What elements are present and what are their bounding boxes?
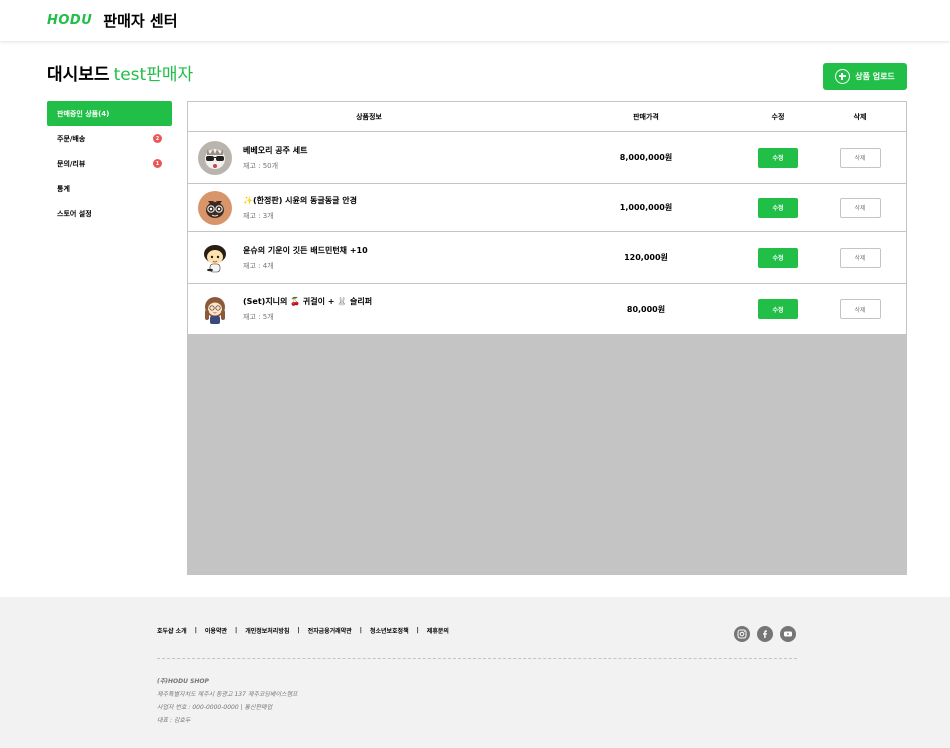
table-row[interactable]: 윤슈의 기운이 깃든 배드민턴채 +10 재고 : 4개 120,000원 수정… (188, 232, 906, 284)
plus-circle-icon (835, 69, 851, 84)
product-info: (Set)지니의 🍒 귀걸이 + 🐰 슬리퍼 재고 : 5개 (188, 292, 550, 326)
product-price: 8,000,000원 (619, 153, 673, 162)
table-header: 상품정보 판매가격 수정 삭제 (188, 102, 906, 132)
product-table: 상품정보 판매가격 수정 삭제 베베오리 공주 세트 재고 : 50개 8,00… (187, 101, 907, 575)
edit-button[interactable]: 수정 (758, 147, 798, 168)
footer-link-terms[interactable]: 이용약관 (205, 626, 227, 635)
product-info: ✨(한정판) 시윤의 동글동글 안경 재고 : 3개 (188, 190, 550, 225)
company-name: (주)HODU SHOP (157, 678, 209, 685)
product-price: 120,000원 (624, 253, 668, 262)
dashboard-label: 대시보드 (47, 65, 110, 85)
delete-button[interactable]: 삭제 (839, 147, 881, 168)
header-product-info: 상품정보 (356, 112, 382, 121)
product-price: 1,000,000원 (619, 203, 673, 212)
product-name: ✨(한정판) 시윤의 동글동글 안경 (243, 195, 357, 205)
sidebar-item-label: 통계 (57, 184, 70, 193)
instagram-icon[interactable] (734, 626, 750, 642)
sidebar-item-orders[interactable]: 주문/배송 2 (47, 126, 172, 151)
product-thumbnail (198, 240, 232, 275)
product-info: 베베오리 공주 세트 재고 : 50개 (188, 140, 550, 175)
notification-badge: 1 (153, 159, 162, 168)
youtube-icon[interactable] (780, 626, 796, 642)
table-row[interactable]: ✨(한정판) 시윤의 동글동글 안경 재고 : 3개 1,000,000원 수정… (188, 184, 906, 232)
facebook-icon[interactable] (757, 626, 773, 642)
footer-links: 호두샵 소개 | 이용약관 | 개인정보처리방침 | 전자금융거래약관 | 청소… (157, 626, 449, 635)
edit-button[interactable]: 수정 (758, 247, 798, 268)
product-name: 윤슈의 기운이 깃든 배드민턴채 +10 (243, 245, 368, 255)
delete-button[interactable]: 삭제 (839, 299, 881, 319)
company-business-number: 사업자 번호 : 000-0000-0000 | 통신판매업 (157, 704, 273, 711)
seller-name: test판매자 (113, 65, 194, 85)
product-stock: 재고 : 5개 (243, 313, 274, 321)
header-delete: 삭제 (853, 112, 867, 121)
product-name: (Set)지니의 🍒 귀걸이 + 🐰 슬리퍼 (243, 297, 373, 306)
company-info: (주)HODU SHOP 제주특별자치도 제주시 동광고 137 제주코딩베이스… (157, 675, 298, 727)
separator: | (416, 627, 419, 634)
footer-link-finance-terms[interactable]: 전자금융거래약관 (308, 626, 352, 635)
footer-link-partnership[interactable]: 제휴문의 (427, 626, 449, 635)
sidebar-item-products[interactable]: 판매중인 상품(4) (47, 101, 172, 126)
product-stock: 재고 : 3개 (243, 211, 274, 220)
product-stock: 재고 : 4개 (243, 261, 274, 270)
sidebar-item-label: 스토어 설정 (57, 209, 92, 218)
header-edit: 수정 (771, 112, 785, 121)
product-name: 베베오리 공주 세트 (243, 145, 308, 155)
edit-button[interactable]: 수정 (758, 197, 798, 218)
sidebar-item-label: 문의/리뷰 (57, 159, 86, 168)
delete-button[interactable]: 삭제 (839, 197, 881, 218)
footer-link-youth-policy[interactable]: 청소년보호정책 (370, 626, 409, 635)
separator: | (194, 627, 197, 634)
footer-link-privacy[interactable]: 개인정보처리방침 (245, 626, 289, 635)
footer-link-about[interactable]: 호두샵 소개 (157, 626, 187, 635)
separator: | (359, 627, 362, 634)
product-thumbnail (198, 190, 232, 225)
product-stock: 재고 : 50개 (243, 161, 279, 170)
top-header: HODU 판매자 센터 (0, 0, 950, 41)
upload-button-label: 상품 업로드 (855, 72, 895, 81)
social-links (734, 626, 796, 642)
product-thumbnail (198, 292, 232, 326)
table-row[interactable]: (Set)지니의 🍒 귀걸이 + 🐰 슬리퍼 재고 : 5개 80,000원 수… (188, 284, 906, 335)
header-price: 판매가격 (633, 112, 659, 121)
edit-button[interactable]: 수정 (758, 299, 798, 319)
sidebar-item-stats[interactable]: 통계 (47, 176, 172, 201)
sidebar-item-label: 판매중인 상품(4) (57, 109, 110, 118)
header-title: 판매자 센터 (103, 12, 178, 30)
company-ceo: 대표 : 김호두 (157, 717, 191, 724)
product-info: 윤슈의 기운이 깃든 배드민턴채 +10 재고 : 4개 (188, 240, 550, 275)
delete-button[interactable]: 삭제 (839, 247, 881, 268)
upload-product-button[interactable]: 상품 업로드 (823, 63, 907, 90)
company-address: 제주특별자치도 제주시 동광고 137 제주코딩베이스캠프 (157, 691, 298, 698)
product-price: 80,000원 (626, 304, 666, 314)
sidebar-item-label: 주문/배송 (57, 134, 86, 143)
sidebar-item-store-settings[interactable]: 스토어 설정 (47, 201, 172, 226)
product-thumbnail (198, 140, 232, 175)
table-row[interactable]: 베베오리 공주 세트 재고 : 50개 8,000,000원 수정 삭제 (188, 132, 906, 184)
separator: | (297, 627, 300, 634)
hodu-logo[interactable]: HODU (47, 13, 92, 28)
sidebar: 판매중인 상품(4) 주문/배송 2 문의/리뷰 1 통계 스토어 설정 (47, 101, 172, 226)
dashboard-title: 대시보드 test판매자 (47, 60, 193, 85)
footer: 호두샵 소개 | 이용약관 | 개인정보처리방침 | 전자금융거래약관 | 청소… (0, 597, 950, 748)
footer-divider (157, 658, 797, 659)
sidebar-item-inquiries[interactable]: 문의/리뷰 1 (47, 151, 172, 176)
separator: | (235, 627, 238, 634)
notification-badge: 2 (153, 134, 162, 143)
